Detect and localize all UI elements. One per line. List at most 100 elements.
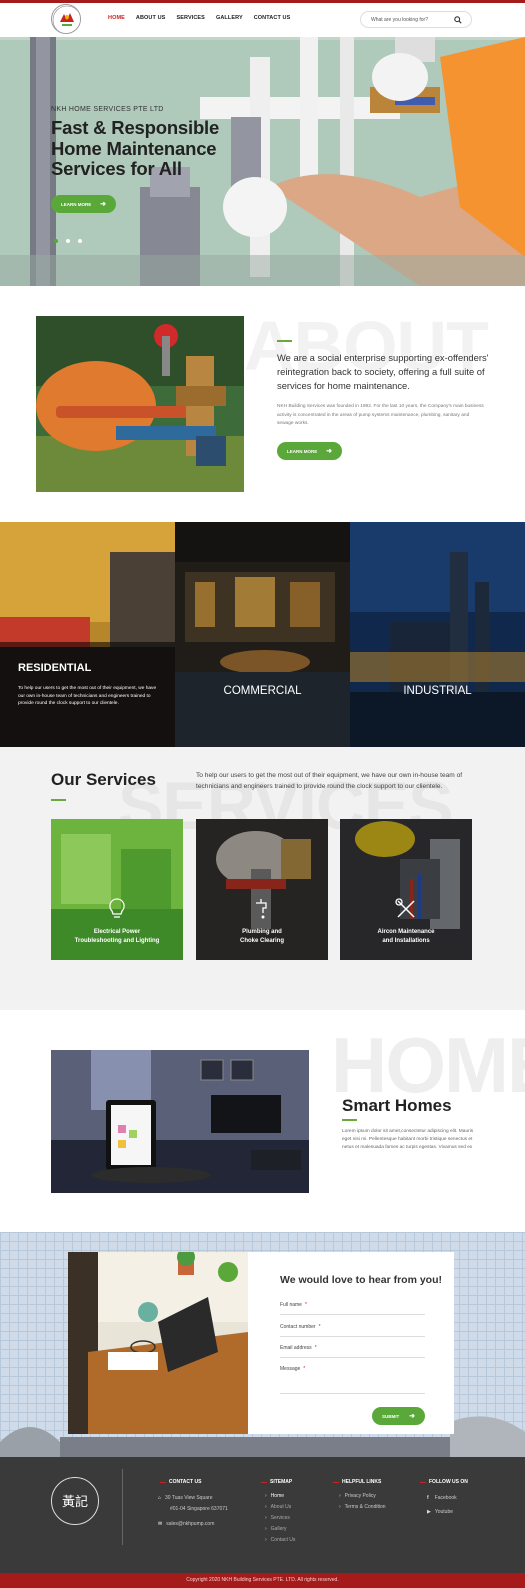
youtube-label: Youtube <box>434 1509 454 1515</box>
footer-address: ⌂ 30 Tuas View Square #01-04 Singapore 63… <box>158 1493 228 1530</box>
contact-form-title: We would love to hear from you! <box>280 1274 442 1286</box>
footer-link-gallery[interactable]: Gallery <box>265 1524 295 1535</box>
main-nav: HOME ABOUT US SERVICES GALLERY CONTACT U… <box>108 15 290 21</box>
tools-icon <box>395 898 415 918</box>
about-learn-more-button[interactable]: LEARN MORE ➜ <box>277 442 342 460</box>
slider-dot-3[interactable] <box>78 239 82 243</box>
arrow-right-icon: ➜ <box>326 448 332 455</box>
services-intro: To help our users to get the most out of… <box>196 772 463 790</box>
search-input[interactable]: What are you looking for? <box>360 11 472 28</box>
footer-link-privacy-policy[interactable]: Privacy Policy <box>339 1491 386 1502</box>
site-logo[interactable] <box>51 4 81 34</box>
contact-number-label: Contact number <box>280 1324 316 1330</box>
copyright-text: Copyright 2020 NKH Building Services PTE… <box>186 1577 339 1583</box>
smart-homes-image <box>51 1050 309 1193</box>
category-industrial[interactable]: INDUSTRIAL <box>350 522 525 747</box>
message-field[interactable]: Message * <box>280 1366 425 1394</box>
nav-services[interactable]: SERVICES <box>176 15 205 21</box>
slider-dot-1[interactable] <box>54 239 58 243</box>
hero-learn-more-button[interactable]: LEARN MORE ➜ <box>51 195 116 213</box>
nav-gallery[interactable]: GALLERY <box>216 15 243 21</box>
email-label: Email address <box>280 1345 312 1351</box>
footer-sitemap-heading-label: SITEMAP <box>270 1479 293 1485</box>
service-card-plumbing[interactable]: Plumbing and Choke Clearing <box>196 819 328 960</box>
smart-title: Smart Homes <box>342 1096 452 1115</box>
home-icon: ⌂ <box>158 1495 162 1501</box>
required-asterisk: * <box>314 1345 317 1351</box>
service-label-line1: Aircon Maintenance <box>377 929 435 935</box>
full-name-label: Full name <box>280 1302 302 1308</box>
search-icon[interactable] <box>454 16 462 24</box>
full-name-field[interactable]: Full name * <box>280 1302 425 1315</box>
services-section: SERVICES Our Services To help our users … <box>0 747 525 1010</box>
hero-title-line1: Fast & Responsible <box>51 117 220 138</box>
address-line1: 30 Tuas View Square <box>165 1495 213 1501</box>
category-residential[interactable]: RESIDENTIAL To help our users to get the… <box>0 522 175 747</box>
footer-follow-heading: FOLLOW US ON <box>420 1479 468 1485</box>
service-card-electrical[interactable]: Electrical Power Troubleshooting and Lig… <box>51 819 183 960</box>
category-commercial[interactable]: COMMERCIAL <box>175 522 350 747</box>
copyright-bar: Copyright 2020 NKH Building Services PTE… <box>0 1573 525 1588</box>
contact-number-field[interactable]: Contact number * <box>280 1324 425 1337</box>
service-label-line2: Choke Clearing <box>239 938 284 944</box>
industrial-title: INDUSTRIAL <box>403 685 472 697</box>
arrow-right-icon: ➜ <box>100 201 106 208</box>
faucet-icon <box>256 899 267 919</box>
residential-title: RESIDENTIAL <box>18 662 92 674</box>
hero-title-line2: Home Maintenance <box>51 137 217 159</box>
service-label-plumbing: Plumbing and Choke Clearing <box>196 928 328 946</box>
required-asterisk: * <box>303 1366 306 1372</box>
footer-helpful-heading: HELPFUL LINKS <box>333 1479 381 1485</box>
footer-helpful-list: Privacy Policy Terms & Condition <box>339 1491 386 1513</box>
envelope-icon: ✉ <box>158 1521 163 1527</box>
footer-contact-heading: CONTACT US <box>160 1479 201 1485</box>
service-label-line1: Electrical Power <box>93 929 141 935</box>
residential-text: To help our users to get the most out of… <box>18 686 157 706</box>
contact-section: We would love to hear from you! Full nam… <box>0 1232 525 1457</box>
hero-title: Fast & Responsible Home Maintenance Serv… <box>51 117 220 180</box>
service-label-line2: and Installations <box>382 938 430 944</box>
about-body: NKH Building Services was founded in 198… <box>277 404 484 426</box>
slider-dot-2[interactable] <box>66 239 70 243</box>
footer-link-about-us[interactable]: About Us <box>265 1502 295 1513</box>
footer-link-contact-us[interactable]: Contact Us <box>265 1535 296 1546</box>
footer-link-home[interactable]: Home <box>265 1491 295 1502</box>
required-asterisk: * <box>318 1324 321 1330</box>
nav-contact-us[interactable]: CONTACT US <box>254 15 291 21</box>
smart-body: Lorem ipsum dolor sit amet,consectetur a… <box>342 1129 474 1150</box>
footer-sitemap-heading: SITEMAP <box>261 1479 292 1485</box>
nav-home[interactable]: HOME <box>108 15 125 21</box>
submit-label: SUBMIT <box>382 1413 400 1419</box>
email-field[interactable]: Email address * <box>280 1345 425 1358</box>
site-footer: 黃記 CONTACT US ⌂ 30 Tuas View Square #01-0… <box>0 1457 525 1573</box>
commercial-title: COMMERCIAL <box>223 685 302 697</box>
contact-image-desk <box>68 1252 248 1434</box>
youtube-link[interactable]: ▶ Youtube <box>427 1505 457 1519</box>
arrow-right-icon: ➜ <box>409 1413 415 1420</box>
about-image-pipe-valve <box>36 316 244 492</box>
footer-link-services[interactable]: Services <box>265 1513 295 1524</box>
service-label-line1: Plumbing and <box>242 929 282 935</box>
search-placeholder: What are you looking for? <box>371 17 428 23</box>
submit-button[interactable]: SUBMIT ➜ <box>372 1407 425 1425</box>
services-title: Our Services <box>51 770 156 789</box>
address-line2: #01-04 Singapore 637071 <box>170 1506 228 1512</box>
footer-social-list: f Facebook ▶ Youtube <box>427 1491 457 1519</box>
footer-logo[interactable]: 黃記 <box>51 1477 99 1525</box>
smart-accent-line <box>342 1119 357 1121</box>
service-label-electrical: Electrical Power Troubleshooting and Lig… <box>51 928 183 946</box>
lightbulb-icon <box>109 898 125 918</box>
facebook-icon: f <box>427 1495 429 1501</box>
service-card-aircon[interactable]: Aircon Maintenance and Installations <box>340 819 472 960</box>
service-label-aircon: Aircon Maintenance and Installations <box>340 928 472 946</box>
footer-link-terms[interactable]: Terms & Condition <box>339 1502 386 1513</box>
hero-slider-dots <box>54 239 82 243</box>
facebook-link[interactable]: f Facebook <box>427 1491 457 1505</box>
required-asterisk: * <box>304 1302 307 1308</box>
nav-about-us[interactable]: ABOUT US <box>136 15 166 21</box>
industrial-image <box>350 522 525 747</box>
footer-divider <box>122 1469 123 1545</box>
footer-email-link[interactable]: sales@nkhpump.com <box>166 1521 214 1527</box>
residential-image <box>0 522 175 747</box>
smart-homes-section: HOME Smart Homes Lorem ipsum dolor sit a… <box>0 1010 525 1232</box>
